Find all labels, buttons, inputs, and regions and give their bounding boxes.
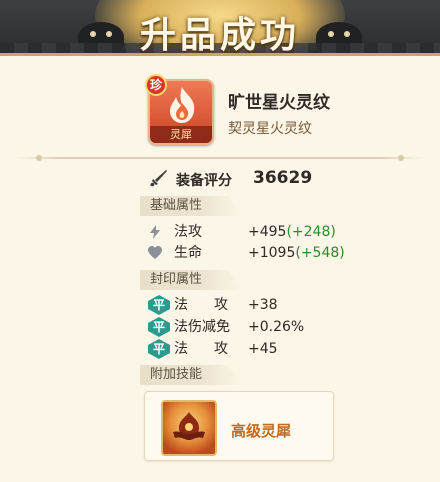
seal-stat-name: 法伤减免 (174, 319, 230, 335)
seal-grade-badge: 平 (148, 295, 170, 315)
header-banner: 升品成功 (0, 0, 440, 56)
item-name: 旷世星火灵纹 (228, 93, 330, 113)
base-stat-bonus: (+248) (286, 224, 336, 240)
item-icon-label: 灵犀 (150, 126, 212, 143)
skill-name: 高级灵犀 (231, 422, 292, 440)
base-stat-value: +1095(+548) (248, 245, 345, 261)
section-extra-skill: 附加技能 (140, 365, 242, 385)
success-title: 升品成功 (139, 14, 300, 56)
seal-stat-name: 法攻 (174, 341, 254, 357)
base-stat-name: 法攻 (174, 224, 202, 240)
section-base-attributes: 基础属性 (140, 196, 242, 216)
seal-stat-name: 法攻 (174, 297, 254, 313)
seal-grade-badge: 平 (148, 339, 170, 359)
lightning-icon (150, 225, 160, 239)
item-subtitle: 契灵星火灵纹 (228, 121, 312, 137)
base-stat-bonus: (+548) (295, 245, 345, 261)
base-stat-name: 生命 (174, 245, 202, 261)
divider (18, 155, 422, 161)
lingxi-skill-icon[interactable] (161, 400, 217, 456)
rarity-badge: 珍 (145, 74, 167, 96)
score-value: 36629 (253, 168, 313, 188)
seal-grade-badge: 平 (148, 317, 170, 337)
score-label: 装备评分 (176, 173, 232, 189)
skill-emblem (173, 412, 205, 440)
section-seal-attributes: 封印属性 (140, 270, 242, 290)
seal-stat-value: +38 (248, 297, 278, 313)
seal-stat-value: +45 (248, 341, 278, 357)
flame-icon (170, 87, 195, 123)
base-stat-value: +495(+248) (248, 224, 336, 240)
seal-stat-value: +0.26% (248, 319, 305, 335)
sword-icon (150, 170, 167, 187)
heart-icon (148, 246, 162, 259)
skill-card[interactable]: 高级灵犀 (144, 391, 334, 461)
